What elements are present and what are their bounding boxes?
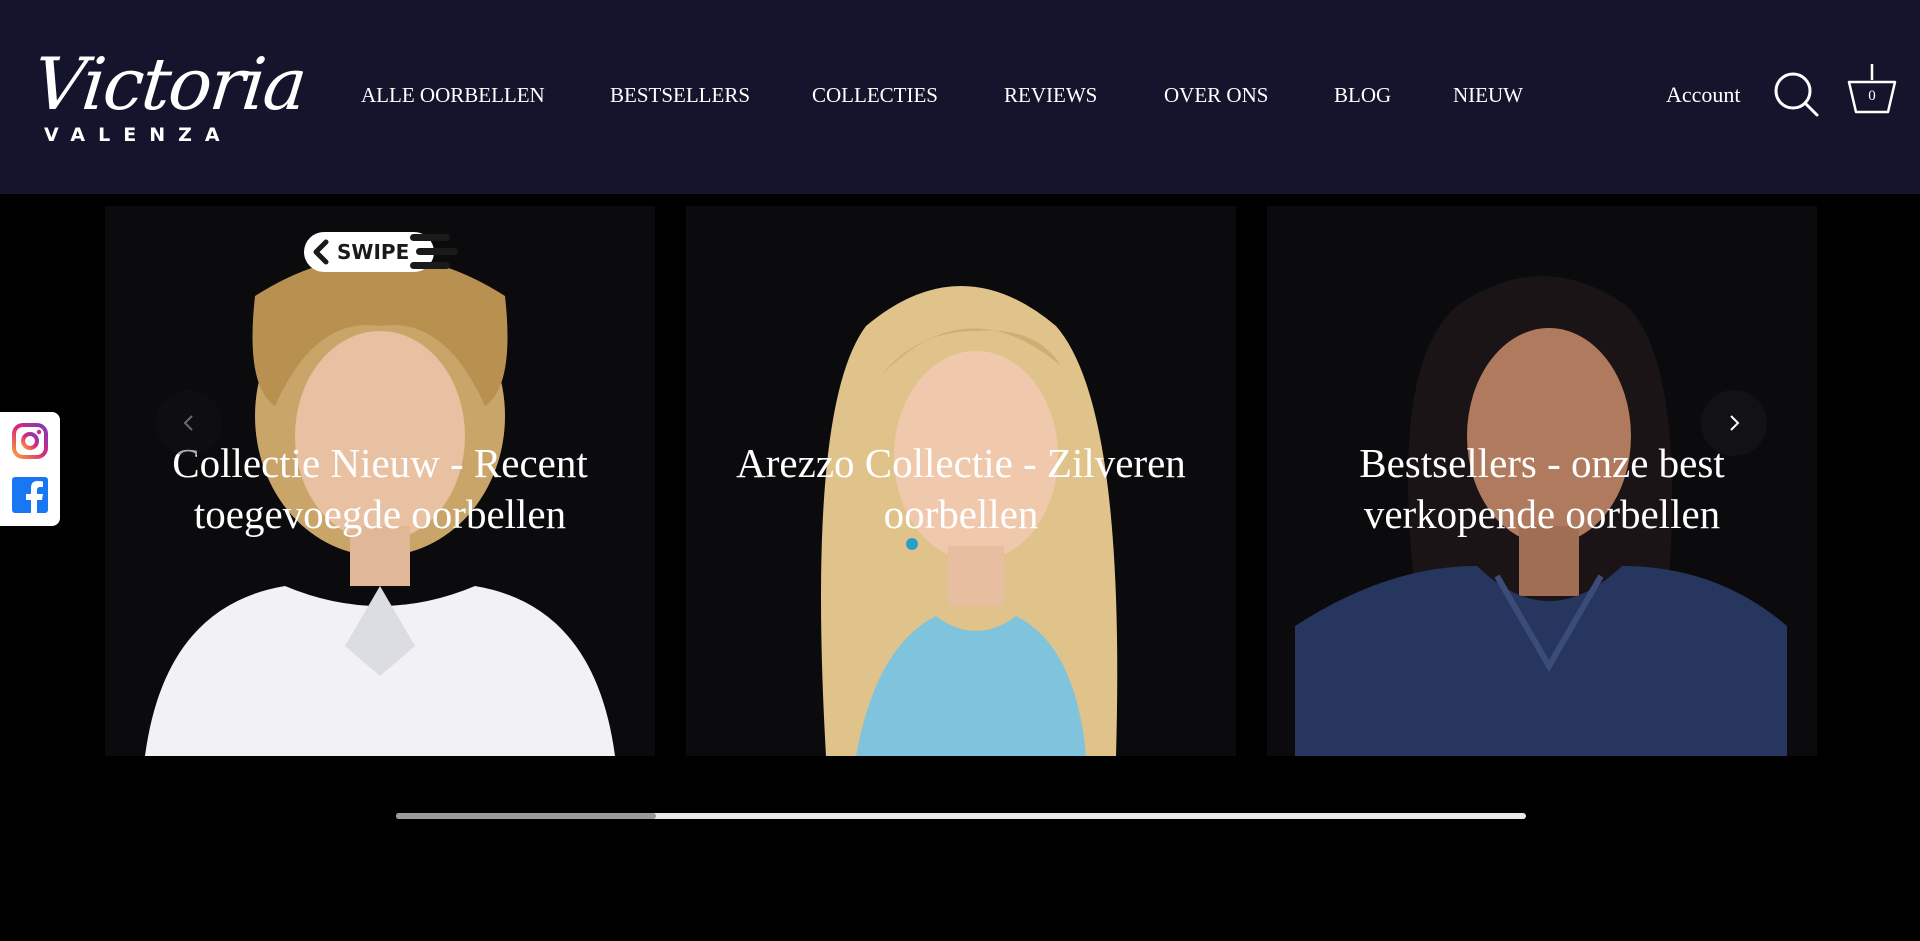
instagram-icon[interactable]	[11, 422, 49, 460]
slider-next-button[interactable]	[1701, 390, 1767, 456]
slider-prev-button[interactable]	[156, 390, 222, 456]
nav-item-over-ons[interactable]: OVER ONS	[1164, 82, 1268, 108]
cart-count: 0	[1868, 88, 1876, 104]
collection-card[interactable]: Arezzo Collectie - Zilveren oorbellen	[686, 206, 1236, 756]
account-link[interactable]: Account	[1666, 82, 1741, 108]
swipe-label: SWIPE	[337, 240, 410, 264]
facebook-icon[interactable]	[11, 476, 49, 514]
slider-scrollbar[interactable]	[396, 813, 1526, 819]
collection-card[interactable]: Bestsellers - onze best verkopende oorbe…	[1267, 206, 1817, 756]
nav-item-alle-oorbellen[interactable]: ALLE OORBELLEN	[361, 82, 545, 108]
collection-slider[interactable]: SWIPE Collectie Nieuw - Recent toegevoeg…	[0, 194, 1920, 941]
social-sidebar	[0, 412, 60, 526]
nav-item-reviews[interactable]: REVIEWS	[1004, 82, 1097, 108]
nav-item-bestsellers[interactable]: BESTSELLERS	[610, 82, 750, 108]
nav-item-blog[interactable]: BLOG	[1334, 82, 1391, 108]
main-nav: ALLE OORBELLEN BESTSELLERS COLLECTIES RE…	[0, 0, 1920, 194]
slider-scrollbar-thumb[interactable]	[396, 813, 656, 819]
collection-card[interactable]: SWIPE Collectie Nieuw - Recent toegevoeg…	[105, 206, 655, 756]
card-title[interactable]: Arezzo Collectie - Zilveren oorbellen	[686, 438, 1236, 540]
site-header: Victoria VALENZA ALLE OORBELLEN BESTSELL…	[0, 0, 1920, 194]
nav-item-collecties[interactable]: COLLECTIES	[812, 82, 938, 108]
chevron-right-icon	[1730, 415, 1740, 431]
nav-item-nieuw[interactable]: NIEUW	[1453, 82, 1523, 108]
chevron-left-icon	[183, 415, 193, 431]
search-icon[interactable]	[1772, 70, 1820, 118]
